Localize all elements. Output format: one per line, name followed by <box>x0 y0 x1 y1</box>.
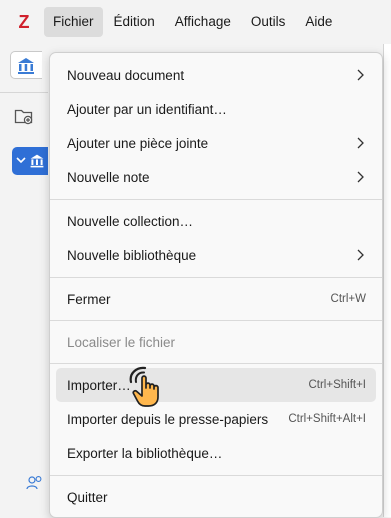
menu-item-label: Quitter <box>67 489 108 505</box>
menu-item-label: Nouveau document <box>67 67 185 83</box>
menu-edition[interactable]: Édition <box>105 7 164 37</box>
menu-item-label: Ajouter une pièce jointe <box>67 135 209 151</box>
chevron-right-icon <box>357 171 364 183</box>
menu-item-label: Importer… <box>67 377 131 393</box>
menu-item-nouveau-document[interactable]: Nouveau document <box>56 58 376 92</box>
menu-separator <box>50 277 382 278</box>
menu-item-nouvelle-collection[interactable]: Nouvelle collection… <box>56 204 376 238</box>
chevron-right-icon <box>357 137 364 149</box>
menu-item-label: Localiser le fichier <box>67 334 176 350</box>
menu-item-shortcut: Ctrl+Shift+Alt+I <box>288 413 366 425</box>
library-tab[interactable] <box>10 51 42 79</box>
menu-fichier[interactable]: Fichier <box>44 7 103 37</box>
menu-item-importer-presse-papiers[interactable]: Importer depuis le presse-papiers Ctrl+S… <box>56 402 376 436</box>
menu-item-nouvelle-note[interactable]: Nouvelle note <box>56 160 376 194</box>
menu-item-label: Importer depuis le presse-papiers <box>67 411 269 427</box>
menu-item-exporter-bibliotheque[interactable]: Exporter la bibliothèque… <box>56 436 376 470</box>
new-collection-icon[interactable] <box>14 107 34 130</box>
menu-item-nouvelle-bibliotheque[interactable]: Nouvelle bibliothèque <box>56 238 376 272</box>
menu-item-label: Fermer <box>67 291 111 307</box>
menu-outils[interactable]: Outils <box>242 7 295 37</box>
menu-item-shortcut: Ctrl+W <box>330 293 366 305</box>
menu-item-importer[interactable]: Importer… Ctrl+Shift+I <box>56 368 376 402</box>
menu-aide[interactable]: Aide <box>296 7 341 37</box>
menu-item-ajouter-identifiant[interactable]: Ajouter par un identifiant… <box>56 92 376 126</box>
group-users-icon[interactable] <box>26 475 44 496</box>
chevron-down-icon <box>16 157 26 164</box>
chevron-right-icon <box>357 249 364 261</box>
menu-item-quitter[interactable]: Quitter <box>56 480 376 514</box>
library-icon <box>18 58 34 74</box>
menu-affichage[interactable]: Affichage <box>166 7 240 37</box>
library-icon <box>30 154 44 168</box>
items-pane-edge <box>383 44 391 517</box>
chevron-right-icon <box>357 69 364 81</box>
menu-item-shortcut: Ctrl+Shift+I <box>308 379 366 391</box>
menu-item-label: Nouvelle bibliothèque <box>67 247 197 263</box>
menu-item-fermer[interactable]: Fermer Ctrl+W <box>56 282 376 316</box>
menu-item-label: Ajouter par un identifiant… <box>67 101 227 117</box>
zotero-logo: Z <box>18 11 30 32</box>
menu-item-ajouter-piece-jointe[interactable]: Ajouter une pièce jointe <box>56 126 376 160</box>
sidebar-divider <box>0 92 48 93</box>
menu-separator <box>50 475 382 476</box>
menu-item-label: Nouvelle collection… <box>67 213 194 229</box>
file-menu-dropdown: Nouveau document Ajouter par un identifi… <box>49 52 383 518</box>
menu-item-label: Exporter la bibliothèque… <box>67 445 223 461</box>
menu-separator <box>50 199 382 200</box>
menu-separator <box>50 363 382 364</box>
hand-pointer-icon <box>129 366 159 407</box>
selected-library-row[interactable] <box>12 147 48 175</box>
menubar: Z Fichier Édition Affichage Outils Aide <box>0 0 391 44</box>
menu-item-localiser-fichier: Localiser le fichier <box>56 325 376 359</box>
menu-separator <box>50 320 382 321</box>
menu-item-label: Nouvelle note <box>67 169 150 185</box>
